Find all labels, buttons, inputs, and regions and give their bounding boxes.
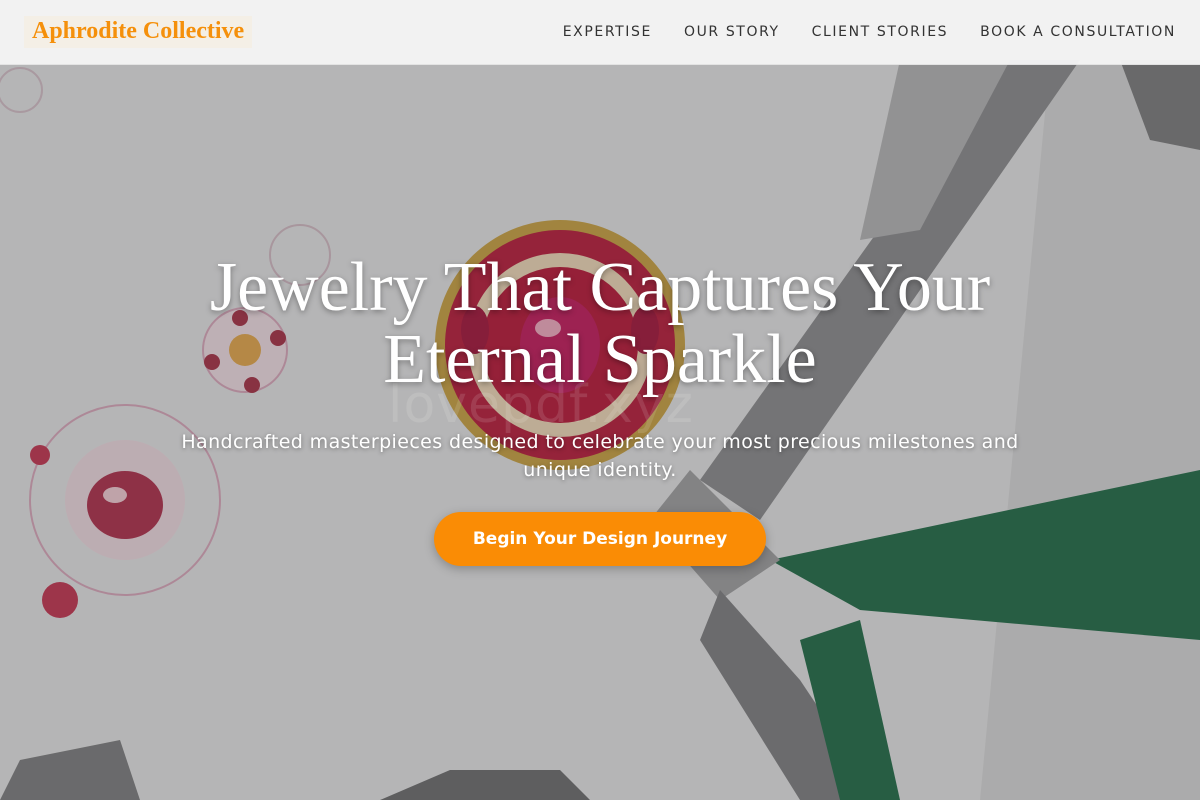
navbar: Aphrodite Collective EXPERTISE OUR STORY… [0, 0, 1200, 65]
brand-logo[interactable]: Aphrodite Collective [24, 16, 253, 48]
hero-subtitle: Handcrafted masterpieces designed to cel… [181, 431, 1019, 481]
nav-link-our-story[interactable]: OUR STORY [684, 24, 780, 40]
nav-link-client-stories[interactable]: CLIENT STORIES [812, 24, 948, 40]
nav-links: EXPERTISE OUR STORY CLIENT STORIES BOOK … [563, 24, 1176, 40]
hero-title: Jewelry That Captures Your Eternal Spark… [209, 249, 991, 398]
begin-design-journey-button[interactable]: Begin Your Design Journey [434, 512, 766, 566]
nav-link-expertise[interactable]: EXPERTISE [563, 24, 652, 40]
hero-content: Jewelry That Captures Your Eternal Spark… [0, 252, 1200, 566]
nav-link-book-consultation[interactable]: BOOK A CONSULTATION [980, 24, 1176, 40]
